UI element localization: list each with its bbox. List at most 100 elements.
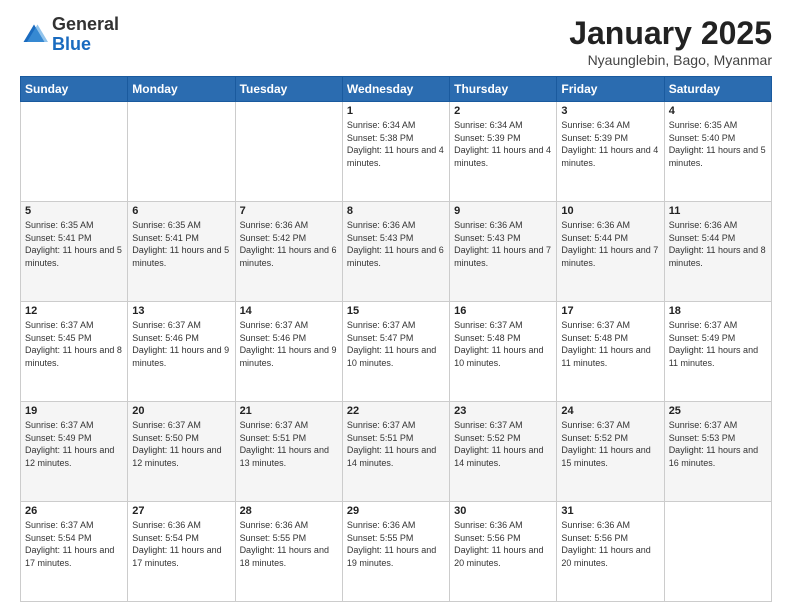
day-header-row: SundayMondayTuesdayWednesdayThursdayFrid…: [21, 77, 772, 102]
day-info: Sunrise: 6:37 AM Sunset: 5:47 PM Dayligh…: [347, 319, 445, 369]
calendar-cell: 4 Sunrise: 6:35 AM Sunset: 5:40 PM Daylig…: [664, 102, 771, 202]
calendar-cell: 6 Sunrise: 6:35 AM Sunset: 5:41 PM Daylig…: [128, 202, 235, 302]
day-info: Sunrise: 6:36 AM Sunset: 5:44 PM Dayligh…: [561, 219, 659, 269]
day-number: 30: [454, 505, 552, 517]
day-number: 24: [561, 405, 659, 417]
calendar-cell: [664, 502, 771, 602]
day-info: Sunrise: 6:35 AM Sunset: 5:41 PM Dayligh…: [25, 219, 123, 269]
location-subtitle: Nyaunglebin, Bago, Myanmar: [569, 52, 772, 68]
day-number: 15: [347, 305, 445, 317]
calendar-cell: 16 Sunrise: 6:37 AM Sunset: 5:48 PM Dayli…: [450, 302, 557, 402]
week-row-4: 26 Sunrise: 6:37 AM Sunset: 5:54 PM Dayli…: [21, 502, 772, 602]
day-info: Sunrise: 6:37 AM Sunset: 5:51 PM Dayligh…: [240, 419, 338, 469]
day-info: Sunrise: 6:37 AM Sunset: 5:45 PM Dayligh…: [25, 319, 123, 369]
day-info: Sunrise: 6:37 AM Sunset: 5:48 PM Dayligh…: [454, 319, 552, 369]
day-number: 10: [561, 205, 659, 217]
day-info: Sunrise: 6:37 AM Sunset: 5:52 PM Dayligh…: [561, 419, 659, 469]
day-number: 5: [25, 205, 123, 217]
calendar-cell: 31Sunrise: 6:36 AM Sunset: 5:56 PM Dayli…: [557, 502, 664, 602]
day-header-monday: Monday: [128, 77, 235, 102]
day-number: 11: [669, 205, 767, 217]
day-number: 14: [240, 305, 338, 317]
calendar-cell: 7 Sunrise: 6:36 AM Sunset: 5:42 PM Daylig…: [235, 202, 342, 302]
day-number: 23: [454, 405, 552, 417]
day-number: 19: [25, 405, 123, 417]
day-number: 29: [347, 505, 445, 517]
day-info: Sunrise: 6:36 AM Sunset: 5:54 PM Dayligh…: [132, 519, 230, 569]
calendar-cell: [21, 102, 128, 202]
calendar-cell: 25 Sunrise: 6:37 AM Sunset: 5:53 PM Dayli…: [664, 402, 771, 502]
day-number: 6: [132, 205, 230, 217]
calendar-cell: 26 Sunrise: 6:37 AM Sunset: 5:54 PM Dayli…: [21, 502, 128, 602]
calendar-cell: 19 Sunrise: 6:37 AM Sunset: 5:49 PM Dayli…: [21, 402, 128, 502]
day-number: 4: [669, 105, 767, 117]
header: General Blue January 2025 Nyaunglebin, B…: [20, 15, 772, 68]
day-info: Sunrise: 6:37 AM Sunset: 5:53 PM Dayligh…: [669, 419, 767, 469]
calendar-cell: 14 Sunrise: 6:37 AM Sunset: 5:46 PM Dayli…: [235, 302, 342, 402]
calendar-cell: 27Sunrise: 6:36 AM Sunset: 5:54 PM Dayli…: [128, 502, 235, 602]
day-info: Sunrise: 6:36 AM Sunset: 5:56 PM Dayligh…: [454, 519, 552, 569]
logo-blue: Blue: [52, 34, 91, 54]
logo-general: General: [52, 14, 119, 34]
day-number: 22: [347, 405, 445, 417]
day-info: Sunrise: 6:37 AM Sunset: 5:49 PM Dayligh…: [25, 419, 123, 469]
calendar-cell: 11 Sunrise: 6:36 AM Sunset: 5:44 PM Dayli…: [664, 202, 771, 302]
day-number: 21: [240, 405, 338, 417]
day-info: Sunrise: 6:36 AM Sunset: 5:56 PM Dayligh…: [561, 519, 659, 569]
calendar-cell: 13Sunrise: 6:37 AM Sunset: 5:46 PM Dayli…: [128, 302, 235, 402]
day-info: Sunrise: 6:34 AM Sunset: 5:39 PM Dayligh…: [561, 119, 659, 169]
page: General Blue January 2025 Nyaunglebin, B…: [0, 0, 792, 612]
logo-text: General Blue: [52, 15, 119, 55]
calendar-cell: 28 Sunrise: 6:36 AM Sunset: 5:55 PM Dayli…: [235, 502, 342, 602]
calendar-cell: 15 Sunrise: 6:37 AM Sunset: 5:47 PM Dayli…: [342, 302, 449, 402]
calendar-cell: 29 Sunrise: 6:36 AM Sunset: 5:55 PM Dayli…: [342, 502, 449, 602]
day-info: Sunrise: 6:37 AM Sunset: 5:51 PM Dayligh…: [347, 419, 445, 469]
day-info: Sunrise: 6:37 AM Sunset: 5:48 PM Dayligh…: [561, 319, 659, 369]
calendar-cell: 10 Sunrise: 6:36 AM Sunset: 5:44 PM Dayli…: [557, 202, 664, 302]
day-number: 28: [240, 505, 338, 517]
day-number: 26: [25, 505, 123, 517]
logo: General Blue: [20, 15, 119, 55]
day-info: Sunrise: 6:37 AM Sunset: 5:50 PM Dayligh…: [132, 419, 230, 469]
day-number: 16: [454, 305, 552, 317]
day-info: Sunrise: 6:37 AM Sunset: 5:52 PM Dayligh…: [454, 419, 552, 469]
day-info: Sunrise: 6:37 AM Sunset: 5:46 PM Dayligh…: [240, 319, 338, 369]
calendar-cell: 21 Sunrise: 6:37 AM Sunset: 5:51 PM Dayli…: [235, 402, 342, 502]
day-info: Sunrise: 6:34 AM Sunset: 5:39 PM Dayligh…: [454, 119, 552, 169]
day-header-tuesday: Tuesday: [235, 77, 342, 102]
calendar-cell: 30 Sunrise: 6:36 AM Sunset: 5:56 PM Dayli…: [450, 502, 557, 602]
day-number: 8: [347, 205, 445, 217]
calendar-cell: 12 Sunrise: 6:37 AM Sunset: 5:45 PM Dayli…: [21, 302, 128, 402]
day-header-saturday: Saturday: [664, 77, 771, 102]
day-number: 2: [454, 105, 552, 117]
day-number: 25: [669, 405, 767, 417]
day-info: Sunrise: 6:36 AM Sunset: 5:42 PM Dayligh…: [240, 219, 338, 269]
calendar-cell: [235, 102, 342, 202]
day-number: 18: [669, 305, 767, 317]
week-row-1: 5 Sunrise: 6:35 AM Sunset: 5:41 PM Daylig…: [21, 202, 772, 302]
day-number: 13: [132, 305, 230, 317]
calendar-cell: 18 Sunrise: 6:37 AM Sunset: 5:49 PM Dayli…: [664, 302, 771, 402]
calendar-cell: 23 Sunrise: 6:37 AM Sunset: 5:52 PM Dayli…: [450, 402, 557, 502]
day-info: Sunrise: 6:36 AM Sunset: 5:44 PM Dayligh…: [669, 219, 767, 269]
calendar-cell: 1 Sunrise: 6:34 AM Sunset: 5:38 PM Daylig…: [342, 102, 449, 202]
day-number: 7: [240, 205, 338, 217]
day-info: Sunrise: 6:35 AM Sunset: 5:41 PM Dayligh…: [132, 219, 230, 269]
day-info: Sunrise: 6:36 AM Sunset: 5:55 PM Dayligh…: [347, 519, 445, 569]
calendar-cell: 17Sunrise: 6:37 AM Sunset: 5:48 PM Dayli…: [557, 302, 664, 402]
day-info: Sunrise: 6:35 AM Sunset: 5:40 PM Dayligh…: [669, 119, 767, 169]
calendar-cell: [128, 102, 235, 202]
day-number: 12: [25, 305, 123, 317]
month-title: January 2025: [569, 15, 772, 52]
day-info: Sunrise: 6:36 AM Sunset: 5:55 PM Dayligh…: [240, 519, 338, 569]
day-number: 3: [561, 105, 659, 117]
week-row-0: 1 Sunrise: 6:34 AM Sunset: 5:38 PM Daylig…: [21, 102, 772, 202]
calendar-cell: 2 Sunrise: 6:34 AM Sunset: 5:39 PM Daylig…: [450, 102, 557, 202]
day-info: Sunrise: 6:37 AM Sunset: 5:54 PM Dayligh…: [25, 519, 123, 569]
day-info: Sunrise: 6:36 AM Sunset: 5:43 PM Dayligh…: [347, 219, 445, 269]
day-info: Sunrise: 6:34 AM Sunset: 5:38 PM Dayligh…: [347, 119, 445, 169]
day-info: Sunrise: 6:37 AM Sunset: 5:49 PM Dayligh…: [669, 319, 767, 369]
day-number: 20: [132, 405, 230, 417]
calendar-cell: 8 Sunrise: 6:36 AM Sunset: 5:43 PM Daylig…: [342, 202, 449, 302]
day-number: 1: [347, 105, 445, 117]
